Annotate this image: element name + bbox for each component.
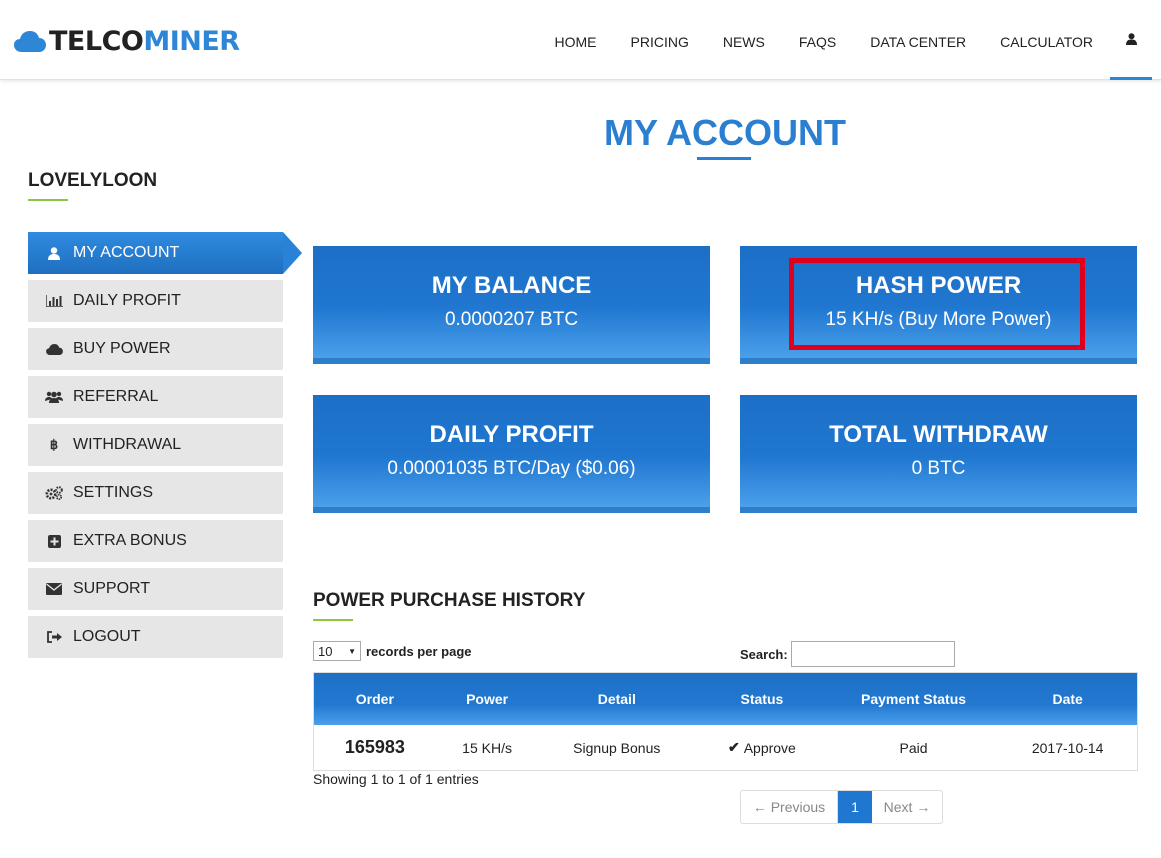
card-value: 0.00001035 BTC/Day ($0.06)	[387, 458, 636, 479]
nav-home[interactable]: HOME	[538, 0, 614, 80]
envelope-icon	[44, 581, 64, 597]
cell-date: 2017-10-14	[1031, 739, 1104, 756]
gears-icon	[44, 485, 64, 501]
table-info: Showing 1 to 1 of 1 entries	[313, 771, 479, 787]
history-underline	[313, 619, 353, 621]
column-header-power[interactable]: Power	[436, 673, 539, 725]
check-icon: ✔	[727, 739, 740, 755]
pagination-page-1[interactable]: 1	[838, 791, 872, 823]
users-icon	[44, 389, 64, 405]
records-per-page-value: 10	[318, 643, 333, 659]
plus-square-icon	[44, 533, 64, 549]
card-value: 0.0000207 BTC	[444, 309, 579, 330]
sidebar-item-label: REFERRAL	[73, 388, 159, 405]
cell-payment-status: Paid	[899, 739, 928, 756]
brand-logo[interactable]: TELCOMINER	[14, 26, 240, 57]
cell-status: ✔ Approve	[695, 725, 829, 770]
nav-pricing[interactable]: PRICING	[614, 0, 706, 80]
purchase-history-table: Order Power Detail Status Payment Status…	[313, 672, 1138, 771]
page-title: MY ACCOUNT	[604, 112, 846, 153]
history-title: POWER PURCHASE HISTORY	[313, 590, 586, 611]
cloud-icon	[14, 30, 46, 52]
sidebar-item-withdrawal[interactable]: ฿ WITHDRAWAL	[28, 424, 283, 466]
total-withdraw-card: TOTAL WITHDRAW 0 BTC	[740, 395, 1137, 513]
sidebar-item-buy-power[interactable]: BUY POWER	[28, 328, 283, 370]
sidebar-item-label: MY ACCOUNT	[73, 244, 180, 261]
caret-down-icon: ▼	[348, 646, 356, 656]
cell-power: 15 KH/s	[462, 739, 512, 756]
records-per-page-select[interactable]: 10 ▼	[313, 641, 361, 661]
sidebar-item-logout[interactable]: LOGOUT	[28, 616, 283, 658]
pagination-previous[interactable]: ← Previous	[741, 791, 838, 823]
column-header-payment-status[interactable]: Payment Status	[829, 673, 999, 725]
column-header-detail[interactable]: Detail	[538, 673, 695, 725]
sidebar-item-referral[interactable]: REFERRAL	[28, 376, 283, 418]
status-text: Approve	[743, 739, 796, 756]
sidebar-item-label: EXTRA BONUS	[73, 532, 187, 549]
sidebar-item-extra-bonus[interactable]: EXTRA BONUS	[28, 520, 283, 562]
nav-calculator[interactable]: CALCULATOR	[983, 0, 1110, 80]
records-per-page: 10 ▼ records per page	[313, 641, 472, 661]
nav-faqs[interactable]: FAQS	[782, 0, 853, 80]
highlight-box	[789, 258, 1085, 350]
search-input[interactable]	[790, 641, 955, 667]
nav-user-account[interactable]	[1110, 0, 1152, 80]
nav-data-center[interactable]: DATA CENTER	[853, 0, 983, 80]
account-menu: MY ACCOUNT DAILY PROFIT BUY POWER REFERR…	[28, 232, 302, 664]
column-header-date[interactable]: Date	[998, 673, 1137, 725]
title-underline	[697, 157, 751, 160]
sidebar-item-my-account[interactable]: MY ACCOUNT	[28, 232, 302, 274]
sidebar-item-support[interactable]: SUPPORT	[28, 568, 283, 610]
table-row: 165983 15 KH/s Signup Bonus ✔ Approve Pa…	[314, 725, 1137, 770]
sign-out-icon	[44, 629, 64, 645]
card-title: DAILY PROFIT	[429, 421, 594, 448]
column-header-order[interactable]: Order	[314, 673, 436, 725]
user-icon	[1125, 32, 1137, 45]
balance-card: MY BALANCE 0.0000207 BTC	[313, 246, 710, 364]
username: LOVELYLOON	[28, 170, 158, 191]
bitcoin-icon: ฿	[49, 437, 59, 452]
sidebar-item-label: LOGOUT	[73, 628, 141, 645]
main-nav: HOME PRICING NEWS FAQS DATA CENTER CALCU…	[538, 0, 1161, 80]
top-header: TELCOMINER HOME PRICING NEWS FAQS DATA C…	[0, 0, 1161, 80]
sidebar-item-settings[interactable]: SETTINGS	[28, 472, 283, 514]
sidebar-item-label: SUPPORT	[73, 580, 151, 597]
sidebar-item-daily-profit[interactable]: DAILY PROFIT	[28, 280, 283, 322]
card-value: 0 BTC	[911, 458, 966, 479]
nav-news[interactable]: NEWS	[706, 0, 782, 80]
table-search: Search:	[740, 641, 955, 667]
card-title: MY BALANCE	[431, 272, 592, 299]
card-title: TOTAL WITHDRAW	[829, 421, 1048, 448]
brand-part-2: MINER	[143, 26, 240, 57]
records-per-page-label: records per page	[366, 643, 472, 659]
search-label: Search:	[740, 646, 788, 662]
sidebar-item-label: BUY POWER	[73, 340, 171, 357]
pagination-next[interactable]: Next →	[872, 791, 942, 823]
bar-chart-icon	[44, 293, 64, 309]
sidebar-item-label: WITHDRAWAL	[73, 436, 182, 453]
user-icon	[44, 245, 64, 261]
table-header: Order Power Detail Status Payment Status…	[314, 673, 1137, 725]
cell-detail: Signup Bonus	[573, 739, 661, 756]
pagination: ← Previous 1 Next →	[740, 790, 943, 824]
sidebar-item-label: SETTINGS	[73, 484, 154, 501]
sidebar-item-label: DAILY PROFIT	[73, 292, 181, 309]
brand-part-1: TELCO	[49, 26, 144, 57]
column-header-status[interactable]: Status	[695, 673, 829, 725]
cloud-icon	[44, 341, 64, 357]
username-underline	[28, 199, 68, 201]
daily-profit-card: DAILY PROFIT 0.00001035 BTC/Day ($0.06)	[313, 395, 710, 513]
cell-order: 165983	[344, 737, 405, 757]
